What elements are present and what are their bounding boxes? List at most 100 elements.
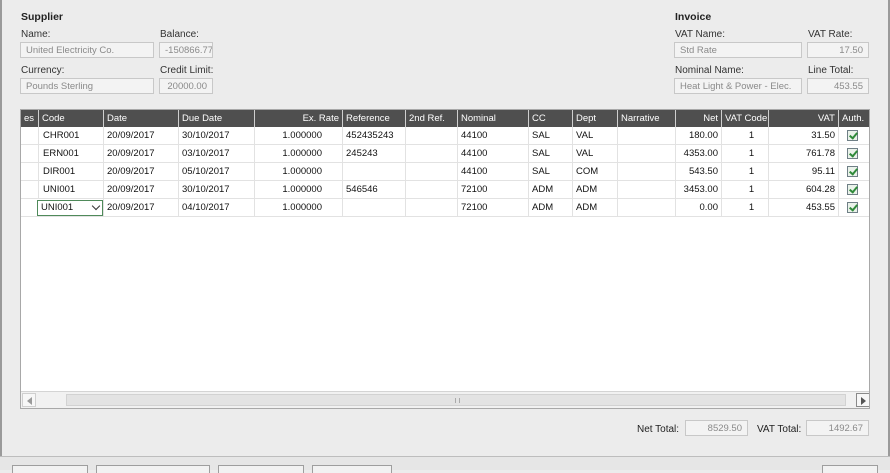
action-button-5[interactable] <box>822 465 878 473</box>
col-header-reference[interactable]: Reference <box>342 110 405 127</box>
col-header-2nd-ref[interactable]: 2nd Ref. <box>405 110 457 127</box>
credit-limit-field[interactable]: 20000.00 <box>159 78 213 94</box>
cell-net[interactable]: 3453.00 <box>675 181 721 199</box>
line-total-field[interactable]: 453.55 <box>807 78 869 94</box>
cell-date[interactable]: 20/09/2017 <box>103 181 178 199</box>
cell-narrative[interactable] <box>617 163 675 181</box>
cell-2nd-ref[interactable] <box>405 181 457 199</box>
auth-checkbox[interactable] <box>847 130 858 141</box>
cell-2nd-ref[interactable] <box>405 163 457 181</box>
cell-vat-code[interactable]: 1 <box>721 181 768 199</box>
cell-dept[interactable]: VAL <box>572 145 617 163</box>
scroll-right-button[interactable] <box>856 393 869 407</box>
col-header-cc[interactable]: CC <box>528 110 572 127</box>
action-button-4[interactable] <box>312 465 392 473</box>
cell-due-date[interactable]: 05/10/2017 <box>178 163 254 181</box>
row-selector[interactable] <box>21 199 38 217</box>
cell-reference[interactable]: 452435243 <box>342 127 405 145</box>
cell-reference[interactable]: 546546 <box>342 181 405 199</box>
auth-checkbox[interactable] <box>847 166 858 177</box>
cell-cc[interactable]: ADM <box>528 199 572 217</box>
action-button-3[interactable] <box>218 465 304 473</box>
row-selector[interactable] <box>21 163 38 181</box>
col-header-vat-code[interactable]: VAT Code <box>721 110 768 127</box>
cell-due-date[interactable]: 03/10/2017 <box>178 145 254 163</box>
cell-nominal[interactable]: 44100 <box>457 163 528 181</box>
cell-date[interactable]: 20/09/2017 <box>103 199 178 217</box>
currency-field[interactable]: Pounds Sterling <box>20 78 154 94</box>
supplier-name-field[interactable]: United Electricity Co. <box>20 42 154 58</box>
col-header-code[interactable]: Code <box>38 110 103 127</box>
col-header-date[interactable]: Date <box>103 110 178 127</box>
cell-vat[interactable]: 604.28 <box>768 181 838 199</box>
row-selector[interactable] <box>21 145 38 163</box>
cell-nominal[interactable]: 44100 <box>457 127 528 145</box>
invoice-lines-grid[interactable]: es Code Date Due Date Ex. Rate Reference… <box>20 109 870 409</box>
cell-vat[interactable]: 453.55 <box>768 199 838 217</box>
cell-code[interactable]: ERN001 <box>38 145 103 163</box>
col-header-vat[interactable]: VAT <box>768 110 838 127</box>
cell-reference[interactable] <box>342 199 405 217</box>
chevron-down-icon[interactable] <box>91 201 101 211</box>
cell-vat-code[interactable]: 1 <box>721 127 768 145</box>
cell-net[interactable]: 0.00 <box>675 199 721 217</box>
auth-checkbox[interactable] <box>847 148 858 159</box>
cell-cc[interactable]: SAL <box>528 127 572 145</box>
cell-code[interactable]: CHR001 <box>38 127 103 145</box>
cell-reference[interactable]: 245243 <box>342 145 405 163</box>
cell-ex-rate[interactable]: 1.000000 <box>254 199 342 217</box>
cell-narrative[interactable] <box>617 199 675 217</box>
cell-date[interactable]: 20/09/2017 <box>103 163 178 181</box>
cell-date[interactable]: 20/09/2017 <box>103 145 178 163</box>
cell-nominal[interactable]: 72100 <box>457 199 528 217</box>
code-combobox[interactable]: UNI001 <box>37 200 103 216</box>
action-button-2[interactable] <box>96 465 210 473</box>
net-total-field[interactable]: 8529.50 <box>685 420 748 436</box>
cell-2nd-ref[interactable] <box>405 127 457 145</box>
cell-code[interactable]: UNI001 <box>38 181 103 199</box>
cell-narrative[interactable] <box>617 145 675 163</box>
cell-vat[interactable]: 31.50 <box>768 127 838 145</box>
col-header-net[interactable]: Net <box>675 110 721 127</box>
cell-nominal[interactable]: 72100 <box>457 181 528 199</box>
cell-narrative[interactable] <box>617 181 675 199</box>
nominal-name-field[interactable]: Heat Light & Power - Elec. <box>674 78 802 94</box>
balance-field[interactable]: -150866.77 <box>159 42 213 58</box>
cell-ex-rate[interactable]: 1.000000 <box>254 127 342 145</box>
cell-vat-code[interactable]: 1 <box>721 145 768 163</box>
cell-ex-rate[interactable]: 1.000000 <box>254 163 342 181</box>
cell-narrative[interactable] <box>617 127 675 145</box>
scrollbar-thumb[interactable] <box>66 394 846 406</box>
col-header-narrative[interactable]: Narrative <box>617 110 675 127</box>
cell-code[interactable]: DIR001 <box>38 163 103 181</box>
vat-rate-field[interactable]: 17.50 <box>807 42 869 58</box>
auth-checkbox[interactable] <box>847 184 858 195</box>
table-row[interactable]: UNI001 20/09/2017 30/10/2017 1.000000 54… <box>21 181 869 199</box>
vat-name-field[interactable]: Std Rate <box>674 42 802 58</box>
cell-2nd-ref[interactable] <box>405 145 457 163</box>
cell-reference[interactable] <box>342 163 405 181</box>
cell-cc[interactable]: ADM <box>528 181 572 199</box>
cell-dept[interactable]: ADM <box>572 199 617 217</box>
action-button-1[interactable] <box>12 465 88 473</box>
cell-dept[interactable]: ADM <box>572 181 617 199</box>
cell-due-date[interactable]: 30/10/2017 <box>178 181 254 199</box>
cell-dept[interactable]: VAL <box>572 127 617 145</box>
cell-date[interactable]: 20/09/2017 <box>103 127 178 145</box>
horizontal-scrollbar[interactable] <box>21 391 869 408</box>
vat-total-field[interactable]: 1492.67 <box>806 420 869 436</box>
col-header-nominal[interactable]: Nominal <box>457 110 528 127</box>
cell-net[interactable]: 543.50 <box>675 163 721 181</box>
table-row[interactable]: DIR001 20/09/2017 05/10/2017 1.000000 44… <box>21 163 869 181</box>
cell-due-date[interactable]: 04/10/2017 <box>178 199 254 217</box>
cell-vat-code[interactable]: 1 <box>721 163 768 181</box>
col-header-due-date[interactable]: Due Date <box>178 110 254 127</box>
cell-cc[interactable]: SAL <box>528 163 572 181</box>
row-selector[interactable] <box>21 127 38 145</box>
cell-ex-rate[interactable]: 1.000000 <box>254 145 342 163</box>
col-header-dept[interactable]: Dept <box>572 110 617 127</box>
cell-2nd-ref[interactable] <box>405 199 457 217</box>
scroll-left-button[interactable] <box>22 393 36 407</box>
cell-net[interactable]: 4353.00 <box>675 145 721 163</box>
cell-vat-code[interactable]: 1 <box>721 199 768 217</box>
